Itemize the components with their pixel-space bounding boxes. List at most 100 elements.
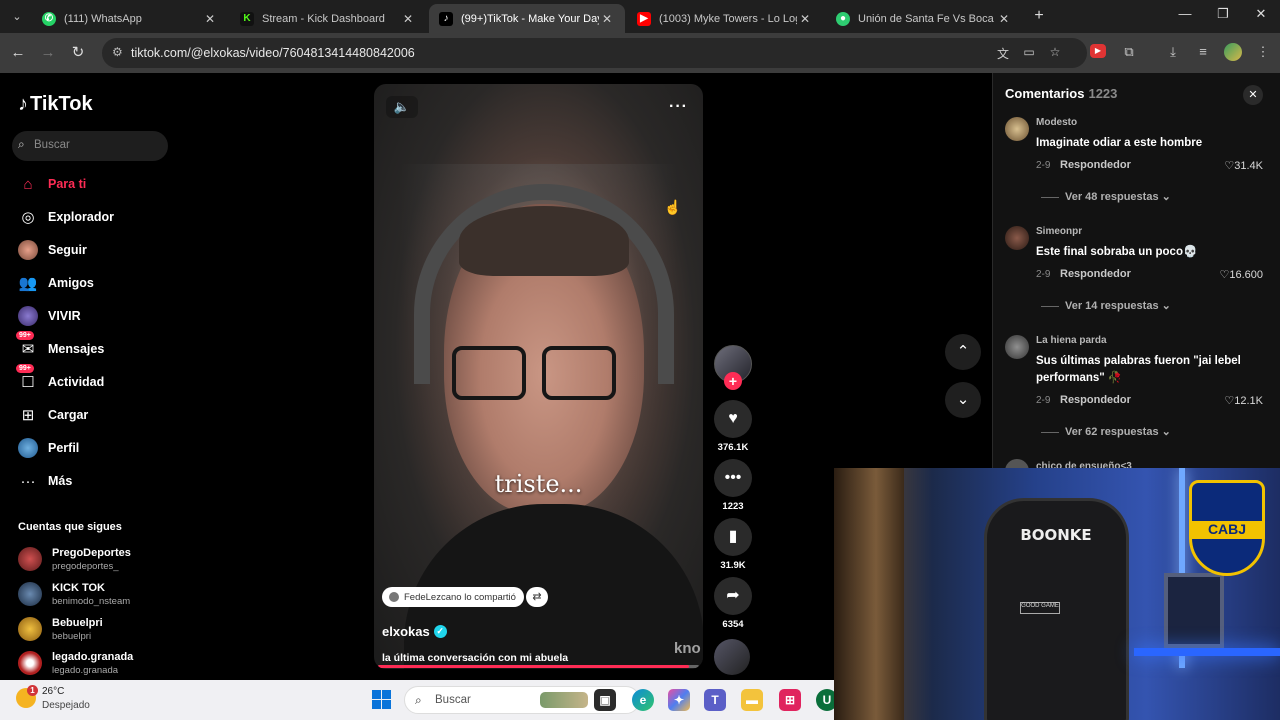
- repost-icon[interactable]: ⇄: [526, 587, 548, 607]
- comment-date: 2-9: [1036, 160, 1051, 171]
- restore-icon[interactable]: ❐: [1208, 6, 1238, 22]
- search-input[interactable]: ⌕ Buscar: [12, 131, 168, 161]
- comments-title: Comentarios: [1005, 86, 1085, 101]
- tab-whatsapp[interactable]: ✆ (111) WhatsApp ✕: [32, 4, 228, 33]
- share-button[interactable]: ➦: [714, 577, 752, 615]
- window-close-icon[interactable]: ✕: [1246, 6, 1276, 22]
- following-avatar-icon: [18, 240, 38, 260]
- weather-temperature[interactable]: 26°C: [42, 686, 64, 697]
- forward-icon[interactable]: →: [38, 43, 58, 63]
- comment-like-button[interactable]: ♡12.1K: [1224, 394, 1263, 407]
- nav-amigos[interactable]: 👥 Amigos: [18, 272, 94, 294]
- nav-cargar[interactable]: ⊞ Cargar: [18, 404, 89, 426]
- bookmark-star-icon[interactable]: ☆: [1046, 45, 1064, 61]
- close-icon[interactable]: ✕: [599, 12, 615, 26]
- nav-actividad[interactable]: ☐ 99+ Actividad: [16, 364, 105, 393]
- tab-kick[interactable]: K Stream - Kick Dashboard ✕: [230, 4, 426, 33]
- task-view-icon[interactable]: ▣: [594, 689, 616, 711]
- comment-icon: •••: [724, 469, 742, 486]
- save-button[interactable]: ▮: [714, 518, 752, 556]
- nav-perfil[interactable]: Perfil: [18, 437, 79, 459]
- tab-title: Stream - Kick Dashboard: [262, 12, 385, 25]
- tab-tiktok[interactable]: ♪ (99+)TikTok - Make Your Day ✕: [429, 4, 625, 33]
- weather-description[interactable]: Despejado: [42, 700, 90, 711]
- nav-explorador[interactable]: ◎ Explorador: [18, 206, 114, 228]
- edge-icon[interactable]: e: [632, 689, 654, 711]
- file-explorer-icon[interactable]: ▬: [741, 689, 763, 711]
- volume-icon[interactable]: 🔈: [386, 96, 418, 118]
- more-options-icon[interactable]: ···: [669, 98, 688, 116]
- close-icon[interactable]: ✕: [400, 12, 416, 26]
- nav-mas[interactable]: ··· Más: [18, 470, 73, 492]
- site-info-icon[interactable]: ⚙: [112, 45, 123, 59]
- nav-seguir[interactable]: Seguir: [18, 239, 87, 261]
- nav-para-ti[interactable]: ⌂ Para ti: [18, 173, 86, 195]
- view-replies-button[interactable]: Ver 48 respuestas ⌄: [1041, 190, 1171, 203]
- tab-soccer[interactable]: ● Unión de Santa Fe Vs Boca Junio ✕: [826, 4, 1022, 33]
- comment-like-button[interactable]: ♡16.600: [1219, 268, 1263, 281]
- nav-mensajes[interactable]: ✉ 99+ Mensajes: [16, 331, 104, 360]
- view-replies-button[interactable]: Ver 62 respuestas ⌄: [1041, 425, 1171, 438]
- reply-button[interactable]: Respondedor: [1060, 159, 1131, 171]
- nav-label: Actividad: [48, 375, 105, 389]
- minimize-icon[interactable]: —: [1170, 6, 1200, 21]
- back-icon[interactable]: ←: [8, 43, 28, 63]
- video-progress-bar[interactable]: [378, 665, 699, 668]
- shared-by-pill[interactable]: FedeLezcano lo compartió: [382, 587, 524, 607]
- progress-fill: [378, 665, 690, 668]
- nav-vivir[interactable]: VIVIR: [18, 305, 81, 327]
- reload-icon[interactable]: ↻: [68, 43, 88, 63]
- menu-kebab-icon[interactable]: ⋮: [1254, 44, 1272, 62]
- like-button[interactable]: ♥: [714, 400, 752, 438]
- comment-like-button[interactable]: ♡31.4K: [1224, 159, 1263, 172]
- browser-tab-strip: ⌄ ✆ (111) WhatsApp ✕ K Stream - Kick Das…: [0, 0, 1280, 33]
- share-arrow-icon: ➦: [726, 587, 740, 604]
- avatar[interactable]: [1005, 117, 1029, 141]
- next-video-button[interactable]: ⌄: [945, 382, 981, 418]
- close-icon[interactable]: ✕: [996, 12, 1012, 26]
- address-bar[interactable]: ⚙ tiktok.com/@elxokas/video/760481341448…: [102, 38, 1087, 68]
- weather-alert-badge: 1: [27, 685, 38, 696]
- profile-avatar-icon[interactable]: [1224, 43, 1242, 61]
- extension-record-icon[interactable]: ▶: [1090, 44, 1106, 58]
- avatar[interactable]: [1005, 335, 1029, 359]
- download-icon[interactable]: ⤓: [1164, 44, 1182, 62]
- view-replies-button[interactable]: Ver 14 respuestas ⌄: [1041, 299, 1171, 312]
- comment-user[interactable]: Modesto: [1036, 117, 1077, 128]
- previous-video-button[interactable]: ⌃: [945, 334, 981, 370]
- video-author[interactable]: elxokas ✓: [382, 624, 447, 639]
- close-icon[interactable]: ✕: [202, 12, 218, 26]
- cast-icon[interactable]: ▭: [1020, 45, 1038, 61]
- translate-icon[interactable]: 文: [994, 45, 1012, 61]
- reply-button[interactable]: Respondedor: [1060, 268, 1131, 280]
- friends-icon: 👥: [18, 275, 38, 292]
- app-store-icon[interactable]: ⊞: [779, 689, 801, 711]
- windows-start-icon[interactable]: [372, 690, 391, 709]
- tiktok-logo[interactable]: ♪ TikTok: [18, 93, 93, 116]
- tab-youtube[interactable]: ▶ (1003) Myke Towers - Lo Logré ✕: [627, 4, 823, 33]
- reply-button[interactable]: Respondedor: [1060, 394, 1131, 406]
- webcam-picture-frame: [1164, 573, 1224, 648]
- youtube-icon: ▶: [637, 11, 651, 26]
- tab-search-chevron-icon[interactable]: ⌄: [8, 8, 26, 26]
- close-icon[interactable]: ✕: [797, 12, 813, 26]
- comment-user[interactable]: La hiena parda: [1036, 335, 1107, 346]
- teams-icon[interactable]: T: [704, 689, 726, 711]
- webcam-chair-brand: BOONKE: [1020, 526, 1092, 544]
- media-control-icon[interactable]: ≡: [1194, 44, 1212, 62]
- heart-icon: ♥: [728, 410, 738, 427]
- follow-plus-icon[interactable]: +: [724, 372, 742, 390]
- close-comments-icon[interactable]: ✕: [1243, 85, 1263, 105]
- avatar: [18, 582, 42, 606]
- sound-disc-avatar[interactable]: [714, 639, 750, 675]
- heart-outline-icon: ♡: [1224, 395, 1235, 407]
- video-player[interactable]: 🔈 ··· triste... kno FedeLezcano lo compa…: [374, 84, 703, 669]
- extensions-puzzle-icon[interactable]: ⧉: [1120, 44, 1138, 62]
- comment-button[interactable]: •••: [714, 459, 752, 497]
- comment-user[interactable]: Simeonpr: [1036, 226, 1082, 237]
- screen: ⌄ ✆ (111) WhatsApp ✕ K Stream - Kick Das…: [0, 0, 1280, 720]
- new-tab-icon[interactable]: +: [1030, 7, 1048, 25]
- copilot-icon[interactable]: ✦: [668, 689, 690, 711]
- comments-count: 1223: [1088, 86, 1118, 101]
- avatar[interactable]: [1005, 226, 1029, 250]
